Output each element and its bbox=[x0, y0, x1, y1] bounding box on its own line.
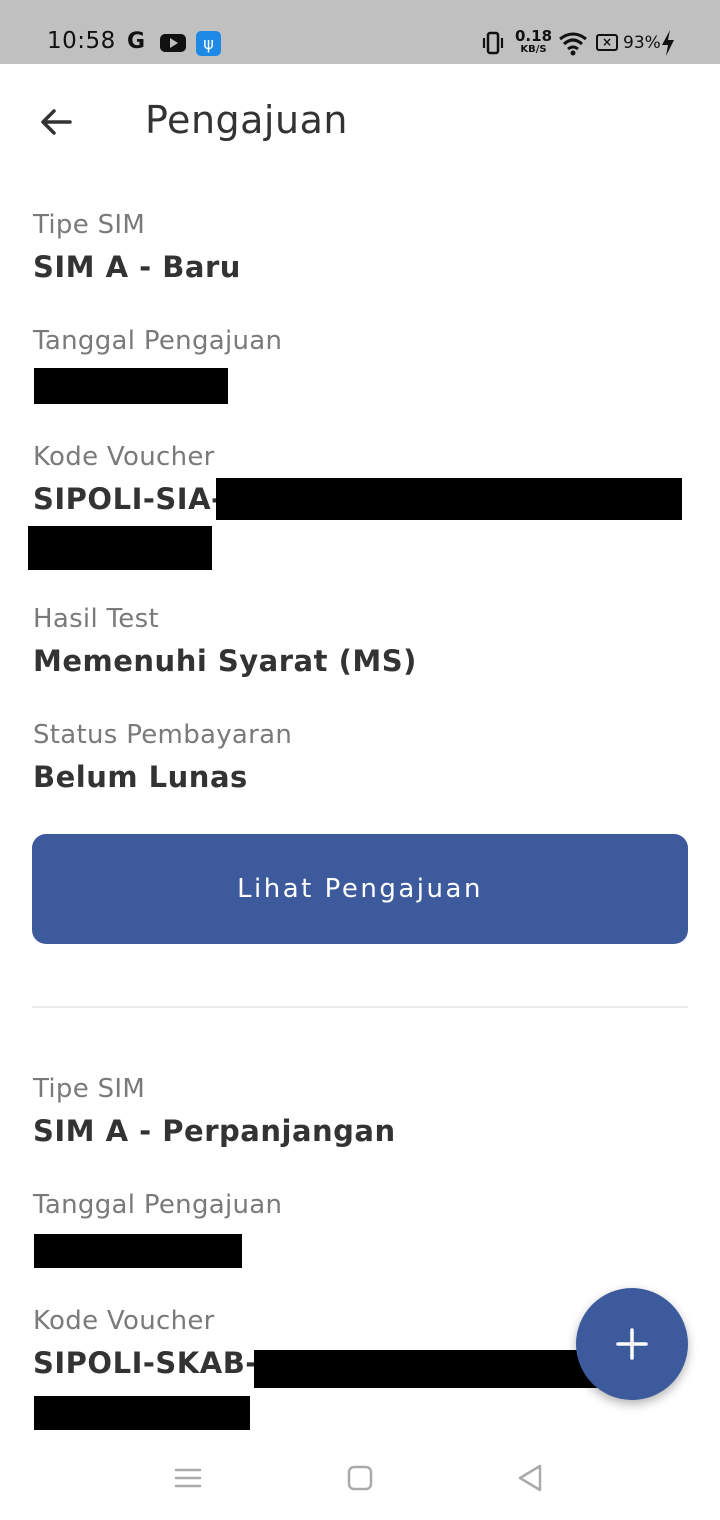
tipe-sim-label: Tipe SIM bbox=[33, 1074, 146, 1104]
hasil-test-label: Hasil Test bbox=[33, 604, 159, 634]
vibrate-icon bbox=[480, 30, 506, 60]
google-icon: G bbox=[127, 29, 146, 54]
tipe-sim-label: Tipe SIM bbox=[33, 210, 146, 240]
hasil-test-value: Memenuhi Syarat (MS) bbox=[33, 644, 417, 678]
network-speed: 0.18 KB/S bbox=[515, 29, 552, 56]
youtube-icon bbox=[160, 34, 186, 52]
status-time: 10:58 bbox=[47, 28, 116, 54]
menu-icon bbox=[174, 1468, 202, 1488]
tipe-sim-value: SIM A - Perpanjangan bbox=[33, 1114, 396, 1148]
back-button[interactable] bbox=[28, 94, 84, 150]
usb-icon: ψ bbox=[196, 31, 221, 56]
system-back-button[interactable] bbox=[510, 1458, 550, 1498]
redacted-voucher-code bbox=[254, 1350, 598, 1388]
battery-percent: 93% bbox=[623, 33, 661, 53]
arrow-left-icon bbox=[41, 109, 72, 135]
wifi-icon bbox=[558, 30, 588, 60]
add-submission-fab[interactable] bbox=[576, 1288, 688, 1400]
redacted-voucher-code bbox=[34, 1396, 250, 1430]
redacted-date bbox=[34, 1234, 242, 1268]
app-bar: Pengajuan bbox=[0, 64, 720, 176]
redacted-voucher-code bbox=[216, 478, 682, 520]
status-bar: 10:58 G ψ 0.18 KB/S × 93% bbox=[0, 0, 720, 64]
back-icon bbox=[518, 1464, 542, 1492]
kode-voucher-value: SIPOLI-SIA- bbox=[33, 482, 224, 516]
home-button[interactable] bbox=[340, 1458, 380, 1498]
plus-icon bbox=[616, 1328, 648, 1360]
tanggal-pengajuan-label: Tanggal Pengajuan bbox=[33, 1190, 283, 1220]
home-icon bbox=[347, 1465, 373, 1491]
system-nav-bar bbox=[0, 1436, 720, 1520]
kode-voucher-label: Kode Voucher bbox=[33, 442, 215, 472]
status-pembayaran-label: Status Pembayaran bbox=[33, 720, 293, 750]
tipe-sim-value: SIM A - Baru bbox=[33, 250, 241, 284]
charging-icon bbox=[660, 29, 676, 61]
redacted-voucher-code bbox=[28, 526, 212, 570]
divider bbox=[32, 1006, 688, 1008]
page-title: Pengajuan bbox=[145, 98, 348, 142]
screen: 10:58 G ψ 0.18 KB/S × 93% Pengajuan Tipe… bbox=[0, 0, 720, 1520]
tanggal-pengajuan-label: Tanggal Pengajuan bbox=[33, 326, 283, 356]
status-pembayaran-value: Belum Lunas bbox=[33, 760, 248, 794]
battery-saver-icon: × bbox=[596, 34, 618, 51]
recent-apps-button[interactable] bbox=[168, 1458, 208, 1498]
lihat-pengajuan-button[interactable]: Lihat Pengajuan bbox=[32, 834, 688, 944]
kode-voucher-label: Kode Voucher bbox=[33, 1306, 215, 1336]
kode-voucher-value: SIPOLI-SKAB- bbox=[33, 1346, 258, 1380]
redacted-date bbox=[34, 368, 228, 404]
network-speed-unit: KB/S bbox=[520, 44, 547, 55]
